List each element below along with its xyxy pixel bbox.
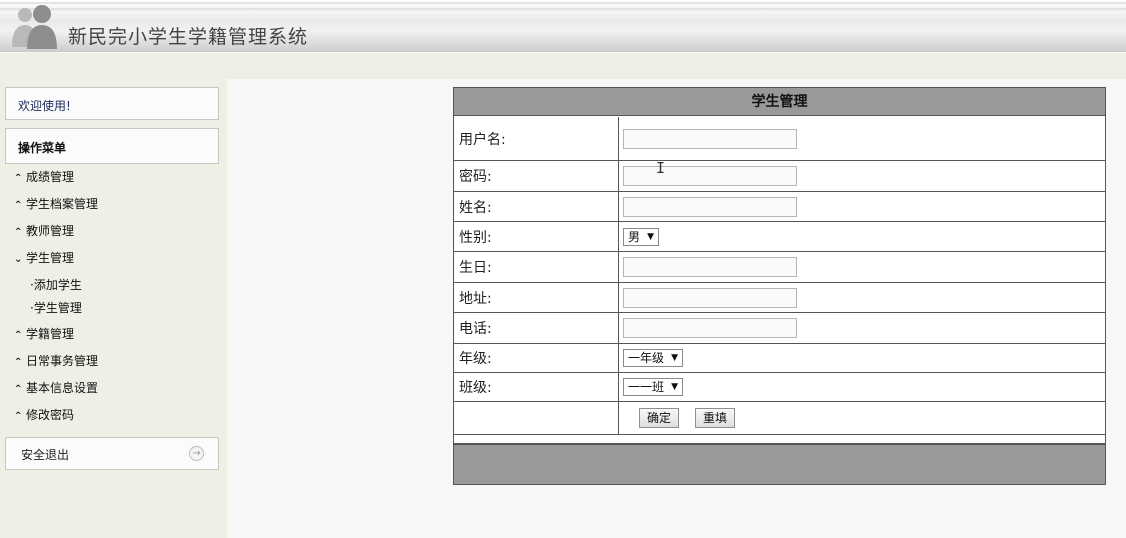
actions-label-cell xyxy=(454,402,619,434)
class-label: 班级: xyxy=(454,373,619,401)
sidebar-item-label: 日常事务管理 xyxy=(26,354,99,368)
reset-button[interactable]: 重填 xyxy=(695,408,736,428)
chevron-up-icon: ⌃ xyxy=(14,200,23,211)
chevron-up-icon: ⌃ xyxy=(14,173,23,184)
sidebar-item-change-password[interactable]: ⌃ 修改密码 xyxy=(14,406,74,424)
form-row-class: 班级: 一一班 xyxy=(454,373,1105,402)
name-label: 姓名: xyxy=(454,192,619,221)
app-header: 新民完小学生学籍管理系统 xyxy=(0,0,1126,52)
form-row-birthday: 生日: xyxy=(454,252,1105,283)
header-stripe xyxy=(0,8,1126,10)
logout-label: 安全退出 xyxy=(21,448,70,462)
panel-footer xyxy=(454,444,1105,484)
sidebar-item-label: 学生档案管理 xyxy=(26,197,99,211)
class-select[interactable]: 一一班 xyxy=(623,378,684,396)
form-row-address: 地址: xyxy=(454,283,1105,313)
name-input[interactable] xyxy=(623,196,797,217)
chevron-up-icon: ⌃ xyxy=(14,227,23,238)
student-form-panel: 学生管理 用户名: 密码: 姓名: 性别: 男 生日: 地址: 电话: 年级: … xyxy=(453,87,1106,485)
sidebar: 欢迎使用! 操作菜单 ⌃ 成绩管理 ⌃ 学生档案管理 ⌃ 教师管理 ⌄ 学生管理 ·添加… xyxy=(0,79,227,538)
form-row-phone: 电话: xyxy=(454,313,1105,344)
chevron-up-icon: ⌃ xyxy=(14,411,23,422)
password-label: 密码: xyxy=(454,161,619,191)
password-input[interactable] xyxy=(623,166,797,186)
form-row-gender: 性别: 男 xyxy=(454,222,1105,252)
confirm-button[interactable]: 确定 xyxy=(639,408,680,428)
sidebar-item-label: 基本信息设置 xyxy=(26,381,99,395)
app-title: 新民完小学生学籍管理系统 xyxy=(68,26,309,48)
sidebar-subitem-student-manage[interactable]: ·学生管理 xyxy=(30,299,82,317)
chevron-down-icon: ⌄ xyxy=(14,254,23,265)
phone-input[interactable] xyxy=(623,318,797,338)
arrow-right-icon: → xyxy=(189,446,204,461)
sidebar-item-label: 修改密码 xyxy=(26,408,75,422)
header-stripe xyxy=(0,2,1126,4)
phone-label: 电话: xyxy=(454,313,619,343)
sidebar-item-label: 教师管理 xyxy=(26,224,75,238)
sidebar-item-label: 成绩管理 xyxy=(26,170,75,184)
form-row-password: 密码: xyxy=(454,161,1105,192)
grade-select[interactable]: 一年级 xyxy=(623,349,684,367)
username-label: 用户名: xyxy=(454,117,619,160)
users-logo-icon xyxy=(12,5,57,49)
text-cursor-icon: I xyxy=(656,159,666,177)
sidebar-item-daily-affairs[interactable]: ⌃ 日常事务管理 xyxy=(14,352,98,370)
welcome-box: 欢迎使用! xyxy=(5,87,219,120)
grade-label: 年级: xyxy=(454,344,619,372)
address-input[interactable] xyxy=(623,287,797,308)
logout-button[interactable]: 安全退出 → xyxy=(5,437,219,470)
panel-title: 学生管理 xyxy=(454,88,1105,116)
form-row-name: 姓名: xyxy=(454,192,1105,222)
menu-title: 操作菜单 xyxy=(5,128,219,164)
sidebar-item-label: 学籍管理 xyxy=(26,327,75,341)
sidebar-item-score[interactable]: ⌃ 成绩管理 xyxy=(14,168,74,186)
sidebar-item-label: 学生管理 xyxy=(26,251,75,265)
sidebar-item-student[interactable]: ⌄ 学生管理 xyxy=(14,249,74,267)
sidebar-item-student-archive[interactable]: ⌃ 学生档案管理 xyxy=(14,195,98,213)
chevron-up-icon: ⌃ xyxy=(14,357,23,368)
chevron-up-icon: ⌃ xyxy=(14,330,23,341)
form-row-username: 用户名: xyxy=(454,117,1105,161)
sidebar-item-basic-settings[interactable]: ⌃ 基本信息设置 xyxy=(14,379,98,397)
form-spacer-row xyxy=(454,435,1105,444)
sidebar-subitem-add-student[interactable]: ·添加学生 xyxy=(30,276,82,294)
sidebar-item-teacher[interactable]: ⌃ 教师管理 xyxy=(14,222,74,240)
form-row-grade: 年级: 一年级 xyxy=(454,344,1105,373)
gender-label: 性别: xyxy=(454,222,619,251)
address-label: 地址: xyxy=(454,283,619,312)
form-row-actions: 确定 重填 xyxy=(454,402,1105,435)
chevron-up-icon: ⌃ xyxy=(14,384,23,395)
username-input[interactable] xyxy=(623,128,797,149)
birthday-label: 生日: xyxy=(454,252,619,282)
sidebar-item-enrollment[interactable]: ⌃ 学籍管理 xyxy=(14,325,74,343)
birthday-input[interactable] xyxy=(623,257,797,277)
gender-select[interactable]: 男 xyxy=(623,227,660,246)
header-subbar xyxy=(0,53,1126,79)
